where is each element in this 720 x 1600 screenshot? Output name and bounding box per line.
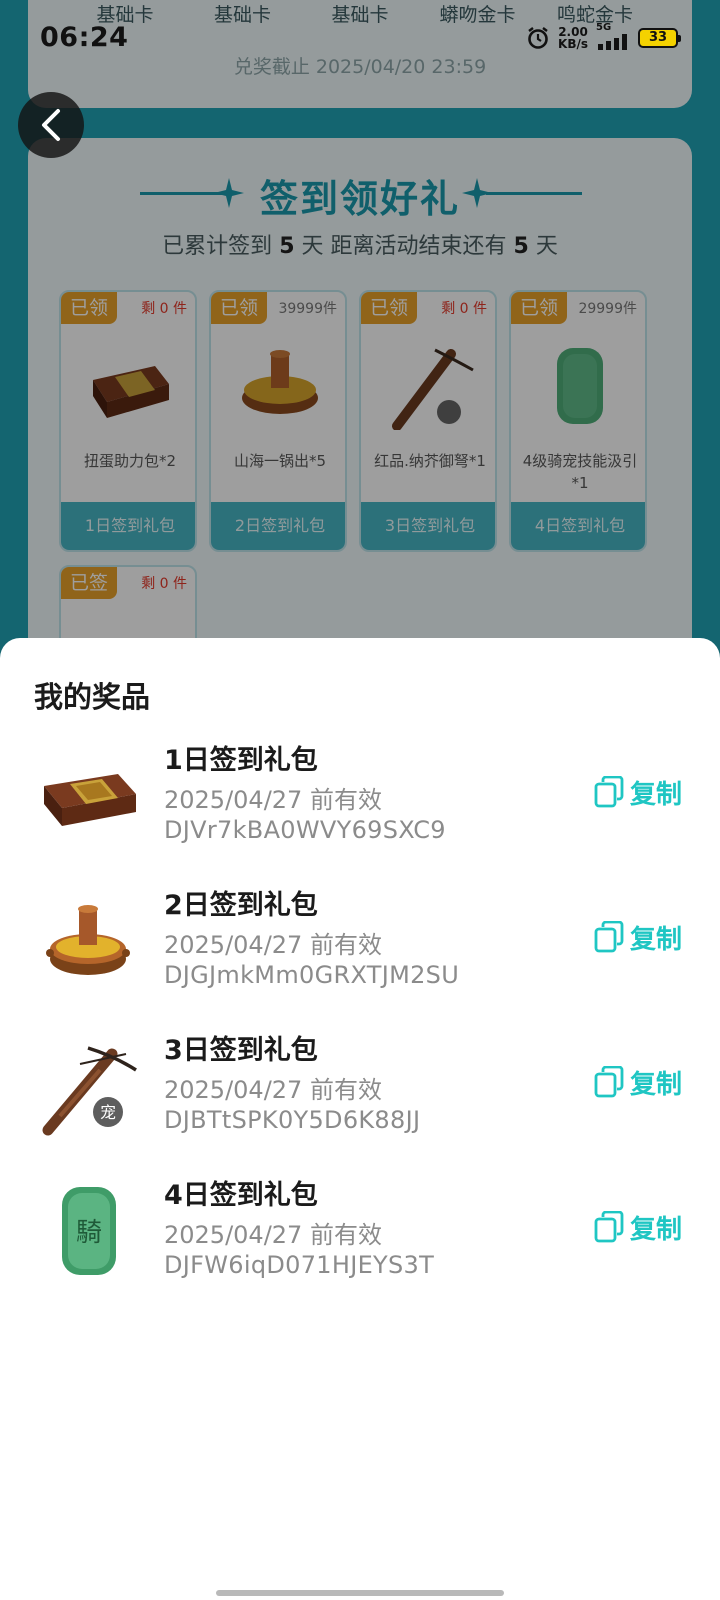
copy-button[interactable]: 复制 — [594, 1062, 694, 1102]
network-type: 5G — [596, 22, 612, 33]
prize-code[interactable]: DJVr7kBA0WVY69SXC9 — [164, 816, 446, 844]
copy-icon — [594, 1066, 624, 1098]
signal-group: 5G — [596, 22, 630, 50]
signal-icon — [598, 34, 627, 50]
my-prizes-sheet: 我的奖品 1日签到礼包 2025/04/27 前有效 DJVr7kBA0WVY6… — [0, 638, 720, 1600]
prize-name: 2日签到礼包 — [164, 890, 318, 921]
net-speed: 2.00 KB/s — [558, 26, 588, 50]
prize-expiry: 2025/04/27 前有效 — [164, 1221, 382, 1249]
chest-icon — [44, 774, 136, 826]
clock: 06:24 — [40, 22, 129, 53]
jade-seal-icon: 騎 — [62, 1187, 116, 1275]
sheet-title: 我的奖品 — [34, 680, 151, 714]
prize-item: 1日签到礼包 2025/04/27 前有效 DJVr7kBA0WVY69SXC9… — [0, 738, 720, 858]
prize-expiry: 2025/04/27 前有效 — [164, 786, 382, 814]
copy-label: 复制 — [630, 1214, 683, 1245]
pet-badge: 宠 — [100, 1103, 116, 1122]
prize-code[interactable]: DJFW6iqD071HJEYS3T — [164, 1251, 434, 1279]
crossbow-icon: 宠 — [42, 1046, 137, 1136]
prize-item: 騎 4日签到礼包 2025/04/27 前有效 DJFW6iqD071HJEYS… — [0, 1173, 720, 1293]
prize-item: 2日签到礼包 2025/04/27 前有效 DJGJmkMm0GRXTJM2SU… — [0, 883, 720, 1003]
prize-item: 宠 3日签到礼包 2025/04/27 前有效 DJBTtSPK0Y5D6K88… — [0, 1028, 720, 1148]
copy-button[interactable]: 复制 — [594, 917, 694, 957]
prize-code[interactable]: DJBTtSPK0Y5D6K88JJ — [164, 1106, 420, 1134]
hotpot-icon — [46, 905, 130, 975]
prize-expiry: 2025/04/27 前有效 — [164, 931, 382, 959]
copy-icon — [594, 776, 624, 808]
back-button[interactable] — [18, 92, 84, 158]
status-icons: 2.00 KB/s 5G 33 — [526, 22, 681, 50]
prize-name: 1日签到礼包 — [164, 745, 318, 776]
chevron-left-icon — [42, 109, 60, 141]
copy-label: 复制 — [630, 779, 683, 810]
prize-name: 3日签到礼包 — [164, 1035, 318, 1066]
prize-name: 4日签到礼包 — [164, 1180, 318, 1211]
copy-label: 复制 — [630, 1069, 683, 1100]
prize-expiry: 2025/04/27 前有效 — [164, 1076, 382, 1104]
net-speed-unit: KB/s — [558, 37, 588, 51]
copy-label: 复制 — [630, 924, 683, 955]
status-bar: 06:24 2.00 KB/s 5G 33 — [0, 18, 720, 58]
copy-button[interactable]: 复制 — [594, 1207, 694, 1247]
prize-code[interactable]: DJGJmkMm0GRXTJM2SU — [164, 961, 459, 989]
alarm-icon — [528, 27, 548, 49]
copy-button[interactable]: 复制 — [594, 772, 694, 812]
home-indicator[interactable] — [216, 1590, 504, 1596]
copy-icon — [594, 1211, 624, 1243]
battery-indicator: 33 — [638, 28, 681, 48]
copy-icon — [594, 921, 624, 953]
seal-char: 騎 — [76, 1218, 102, 1248]
